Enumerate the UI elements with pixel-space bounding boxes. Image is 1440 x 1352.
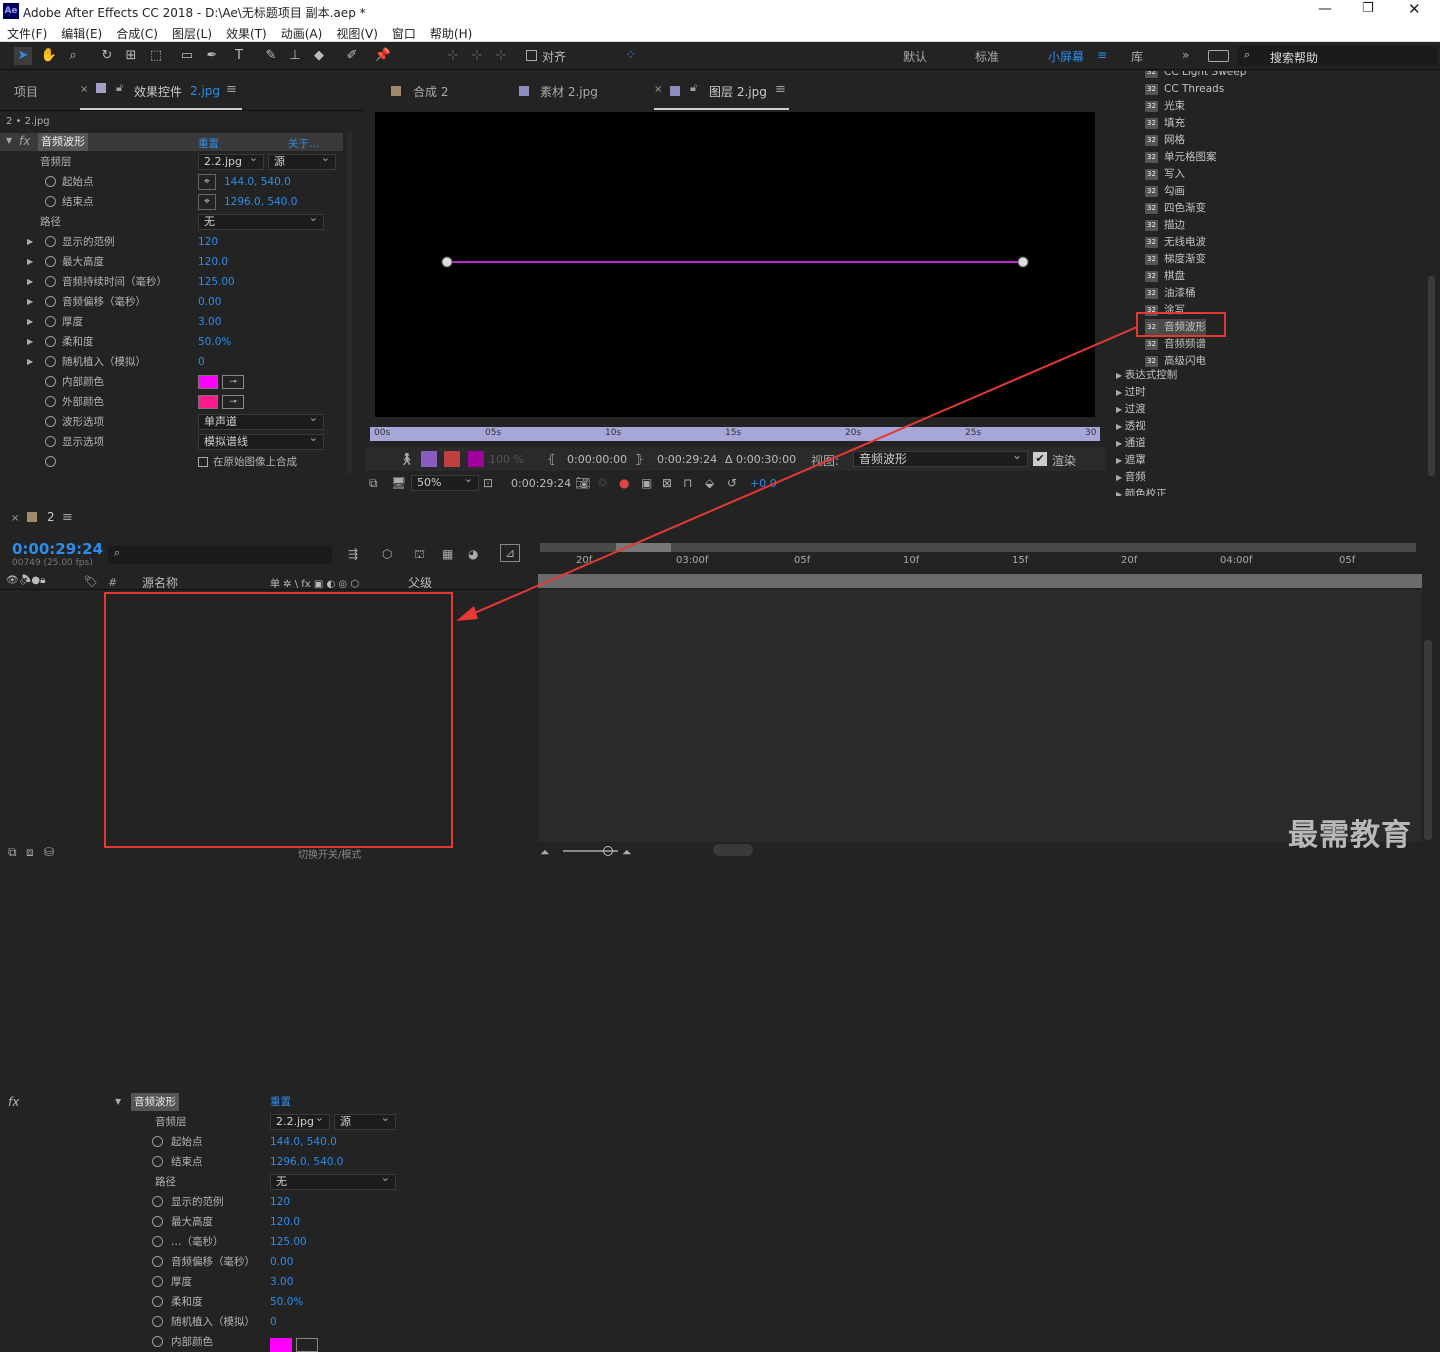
- property-value[interactable]: 1296.0, 540.0: [270, 1152, 343, 1172]
- timeline-property-row[interactable]: 随机植入（模拟） 0: [0, 1312, 535, 1332]
- eyedropper-icon[interactable]: [296, 1338, 318, 1352]
- property-dropdown[interactable]: 源: [334, 1111, 396, 1130]
- annotation-arrow: [456, 326, 1138, 621]
- timeline-property-row[interactable]: …（毫秒） 125.00: [0, 1232, 535, 1252]
- property-label: 结束点: [171, 1156, 203, 1168]
- property-value[interactable]: 0.00: [270, 1252, 293, 1272]
- property-value[interactable]: 0: [270, 1312, 277, 1332]
- property-value[interactable]: 125.00: [270, 1232, 307, 1252]
- timeline-property-row[interactable]: 起始点 144.0, 540.0: [0, 1132, 535, 1152]
- timeline-property-row[interactable]: 音频层 2.2.jpg源: [0, 1111, 535, 1132]
- timeline-property-row[interactable]: 最大高度 120.0: [0, 1212, 535, 1232]
- stopwatch-icon[interactable]: [152, 1136, 163, 1147]
- timeline-property-row[interactable]: 显示的范例 120: [0, 1192, 535, 1212]
- expand-triangle-icon[interactable]: ▼: [115, 1092, 121, 1112]
- stopwatch-icon[interactable]: [152, 1216, 163, 1227]
- stopwatch-icon[interactable]: [152, 1156, 163, 1167]
- property-value[interactable]: 120.0: [270, 1212, 300, 1232]
- property-label: 随机植入（模拟）: [171, 1316, 255, 1328]
- annotation-arrow-head: [456, 606, 478, 621]
- timeline-reset-link[interactable]: 重置: [270, 1092, 291, 1112]
- property-label: 音频偏移（毫秒）: [171, 1256, 255, 1268]
- stopwatch-icon[interactable]: [152, 1236, 163, 1247]
- property-value[interactable]: 120: [270, 1192, 290, 1212]
- property-dropdown[interactable]: 2.2.jpg: [270, 1111, 330, 1130]
- timeline-property-row[interactable]: 柔和度 50.0%: [0, 1292, 535, 1312]
- stopwatch-icon[interactable]: [152, 1276, 163, 1287]
- timeline-property-row[interactable]: 内部颜色: [0, 1332, 535, 1352]
- property-label: 厚度: [171, 1276, 192, 1288]
- stopwatch-icon[interactable]: [152, 1296, 163, 1307]
- watermark: 最需教育: [1288, 818, 1412, 853]
- stopwatch-icon[interactable]: [152, 1196, 163, 1207]
- stopwatch-icon[interactable]: [152, 1316, 163, 1327]
- annotation-arrow-line: [462, 326, 1138, 619]
- stopwatch-icon[interactable]: [152, 1256, 163, 1267]
- property-label: 柔和度: [171, 1296, 203, 1308]
- property-dropdown[interactable]: 无: [270, 1171, 396, 1190]
- color-swatch[interactable]: [270, 1338, 292, 1352]
- property-label: 内部颜色: [171, 1336, 213, 1348]
- property-label: 显示的范例: [171, 1196, 224, 1208]
- timeline-property-row[interactable]: 音频偏移（毫秒） 0.00: [0, 1252, 535, 1272]
- property-label: 起始点: [171, 1136, 203, 1148]
- property-label: …（毫秒）: [171, 1236, 224, 1248]
- timeline-effect-name: 音频波形: [131, 1093, 179, 1111]
- property-label: 最大高度: [171, 1216, 213, 1228]
- property-label: 音频层: [155, 1116, 187, 1128]
- property-value[interactable]: 50.0%: [270, 1292, 303, 1312]
- fx-icon[interactable]: fx: [8, 1092, 19, 1112]
- timeline-property-row[interactable]: 厚度 3.00: [0, 1272, 535, 1292]
- timeline-effect-row[interactable]: fx ▼ 音频波形 重置: [0, 1092, 535, 1112]
- property-value[interactable]: 144.0, 540.0: [270, 1132, 337, 1152]
- property-label: 路径: [155, 1176, 176, 1188]
- timeline-property-row[interactable]: 结束点 1296.0, 540.0: [0, 1152, 535, 1172]
- stopwatch-icon[interactable]: [152, 1336, 163, 1347]
- property-value[interactable]: 3.00: [270, 1272, 293, 1292]
- timeline-property-row[interactable]: 路径 无: [0, 1171, 535, 1192]
